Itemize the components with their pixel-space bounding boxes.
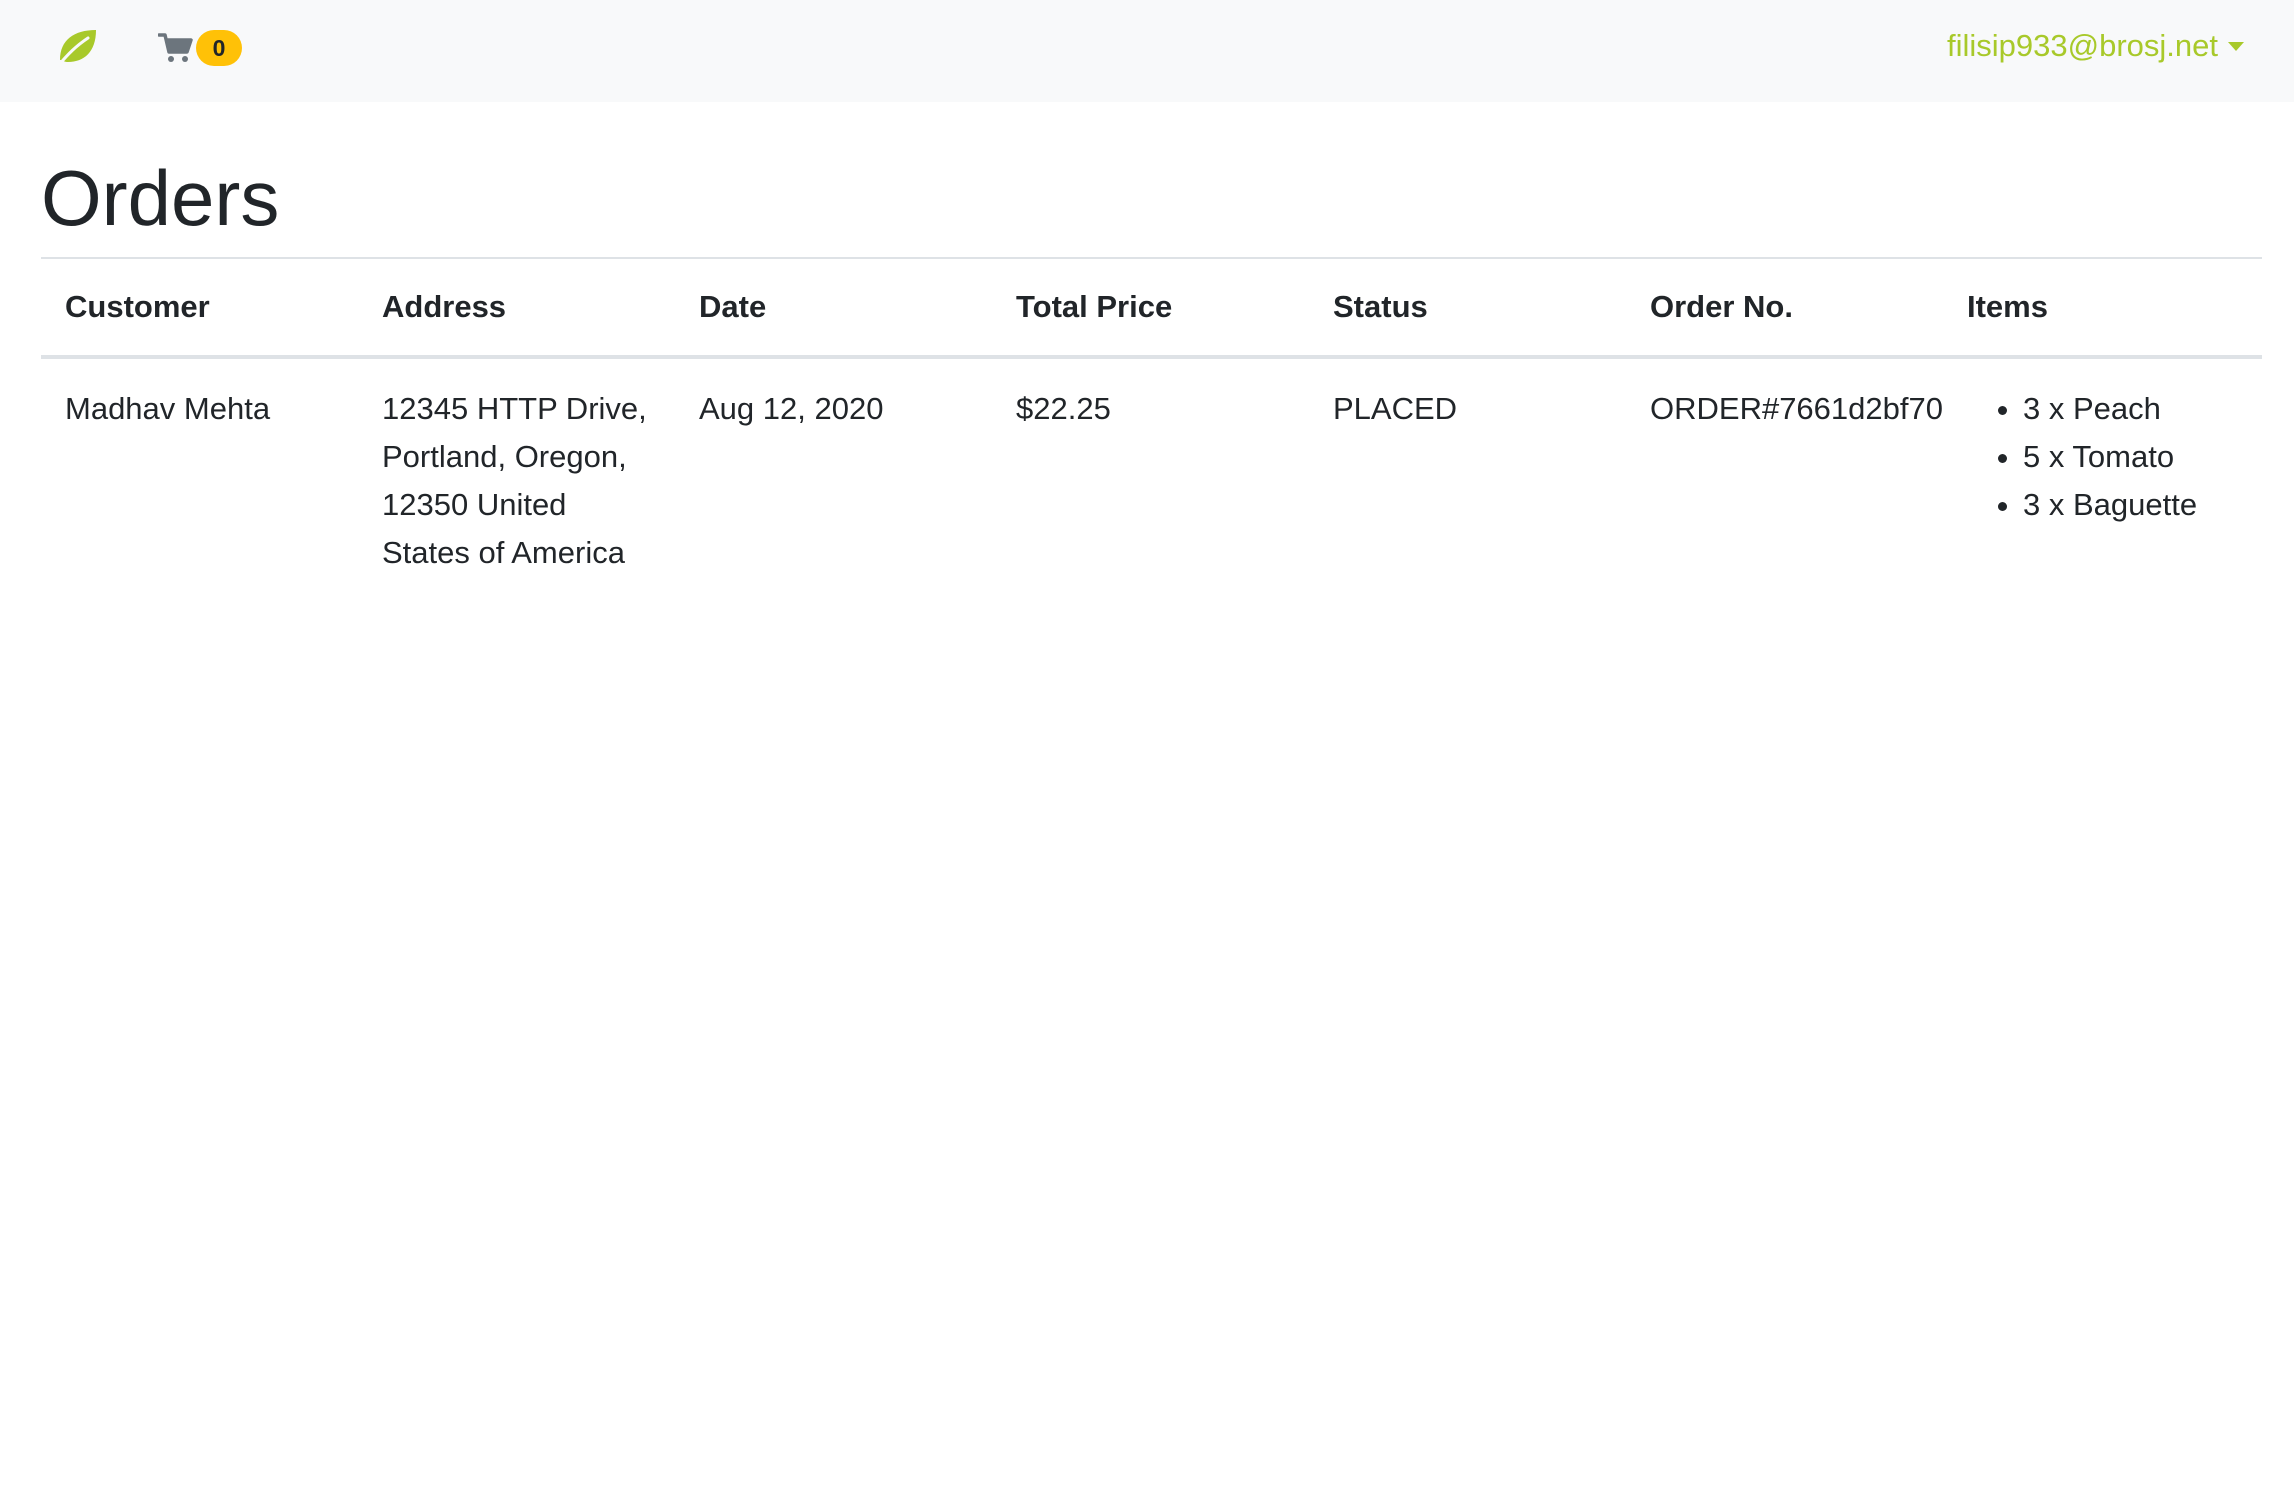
- cart-button[interactable]: 0: [158, 26, 242, 70]
- leaf-icon: [56, 30, 96, 68]
- user-email: filisip933@brosj.net: [1947, 28, 2218, 63]
- orders-table: Customer Address Date Total Price Status…: [41, 259, 2262, 603]
- cart-count-badge: 0: [196, 30, 242, 66]
- table-row: Madhav Mehta 12345 HTTP Drive, Portland,…: [41, 357, 2262, 603]
- items-list: 3 x Peach 5 x Tomato 3 x Baguette: [1967, 385, 2238, 529]
- cell-total-price: $22.25: [1016, 391, 1111, 426]
- column-header-customer: Customer: [41, 259, 358, 359]
- cell-status: PLACED: [1333, 391, 1458, 426]
- list-item: 5 x Tomato: [2023, 433, 2238, 481]
- column-header-status: Status: [1309, 259, 1626, 359]
- column-header-order-no: Order No.: [1626, 259, 1943, 359]
- column-header-items: Items: [1943, 259, 2262, 359]
- list-item: 3 x Peach: [2023, 385, 2238, 433]
- cell-date: Aug 12, 2020: [699, 391, 884, 426]
- caret-down-icon: [2228, 41, 2244, 51]
- cell-customer: Madhav Mehta: [65, 391, 271, 426]
- column-header-address: Address: [358, 259, 675, 359]
- brand-logo[interactable]: [54, 22, 102, 70]
- cart-icon: [158, 33, 193, 62]
- column-header-date: Date: [675, 259, 992, 359]
- column-header-total-price: Total Price: [992, 259, 1309, 359]
- cell-address: 12345 HTTP Drive, Portland, Oregon, 1235…: [382, 391, 647, 570]
- list-item: 3 x Baguette: [2023, 481, 2238, 529]
- cell-order-no: ORDER#7661d2bf70: [1650, 391, 1943, 426]
- page-title: Orders: [41, 154, 280, 242]
- table-header-row: Customer Address Date Total Price Status…: [41, 259, 2262, 359]
- navbar: 0 filisip933@brosj.net: [0, 0, 2294, 102]
- user-menu-dropdown[interactable]: filisip933@brosj.net: [1947, 22, 2244, 70]
- cell-items: 3 x Peach 5 x Tomato 3 x Baguette: [1943, 357, 2262, 603]
